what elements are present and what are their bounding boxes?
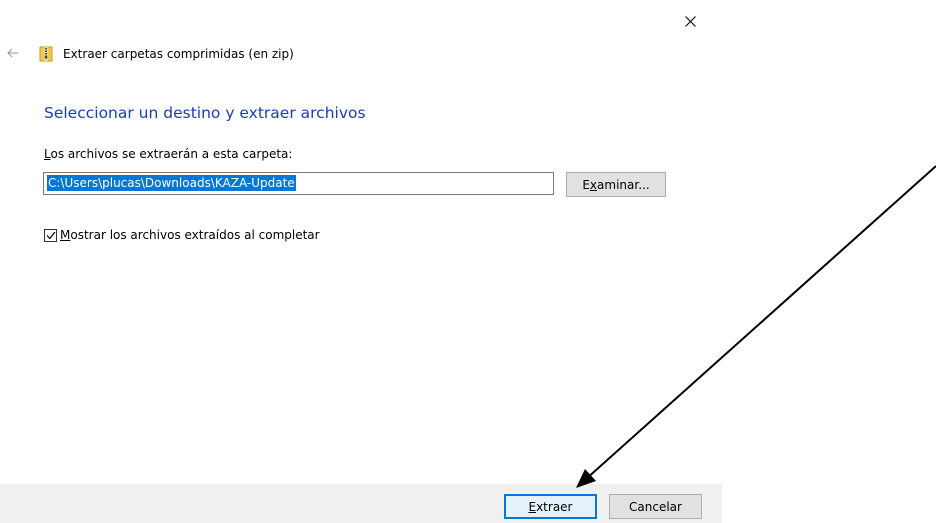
browse-button-label-end: aminar... (597, 177, 650, 192)
browse-button-label-start: E (582, 177, 590, 192)
extract-zip-dialog: Extraer carpetas comprimidas (en zip) Se… (0, 0, 722, 523)
extract-button-access-key: E (528, 499, 537, 514)
window-title-bar: Extraer carpetas comprimidas (en zip) (38, 44, 294, 64)
destination-path-value: C:\Users\plucas\Downloads\KAZA-Update (47, 175, 296, 191)
back-arrow-icon (7, 48, 19, 58)
extract-button-label: xtraer (536, 499, 573, 514)
cancel-button[interactable]: Cancelar (609, 494, 702, 519)
close-button[interactable] (676, 10, 704, 32)
destination-label: Los archivos se extraerán a esta carpeta… (44, 147, 292, 161)
show-files-checkbox[interactable] (44, 228, 57, 242)
show-files-checkbox-label: Mostrar los archivos extraídos al comple… (60, 228, 320, 242)
window-title: Extraer carpetas comprimidas (en zip) (63, 47, 294, 61)
close-icon (684, 15, 696, 27)
extract-button[interactable]: Extraer (504, 494, 597, 519)
back-button[interactable] (4, 44, 22, 62)
checkmark-icon (46, 231, 55, 239)
destination-label-text: os archivos se extraerán a esta carpeta: (50, 147, 293, 161)
screenshot-page: Extraer carpetas comprimidas (en zip) Se… (0, 0, 936, 523)
show-files-label-text: ostrar los archivos extraídos al complet… (70, 228, 320, 242)
show-files-access-key: M (60, 228, 71, 242)
page-heading: Seleccionar un destino y extraer archivo… (44, 104, 366, 122)
browse-button-access-key: x (589, 177, 598, 192)
browse-button[interactable]: Ex aminar... (566, 172, 666, 197)
show-files-checkbox-row[interactable]: Mostrar los archivos extraídos al comple… (44, 228, 320, 242)
zip-folder-icon (39, 46, 53, 62)
destination-path-input[interactable]: C:\Users\plucas\Downloads\KAZA-Update (43, 172, 554, 195)
